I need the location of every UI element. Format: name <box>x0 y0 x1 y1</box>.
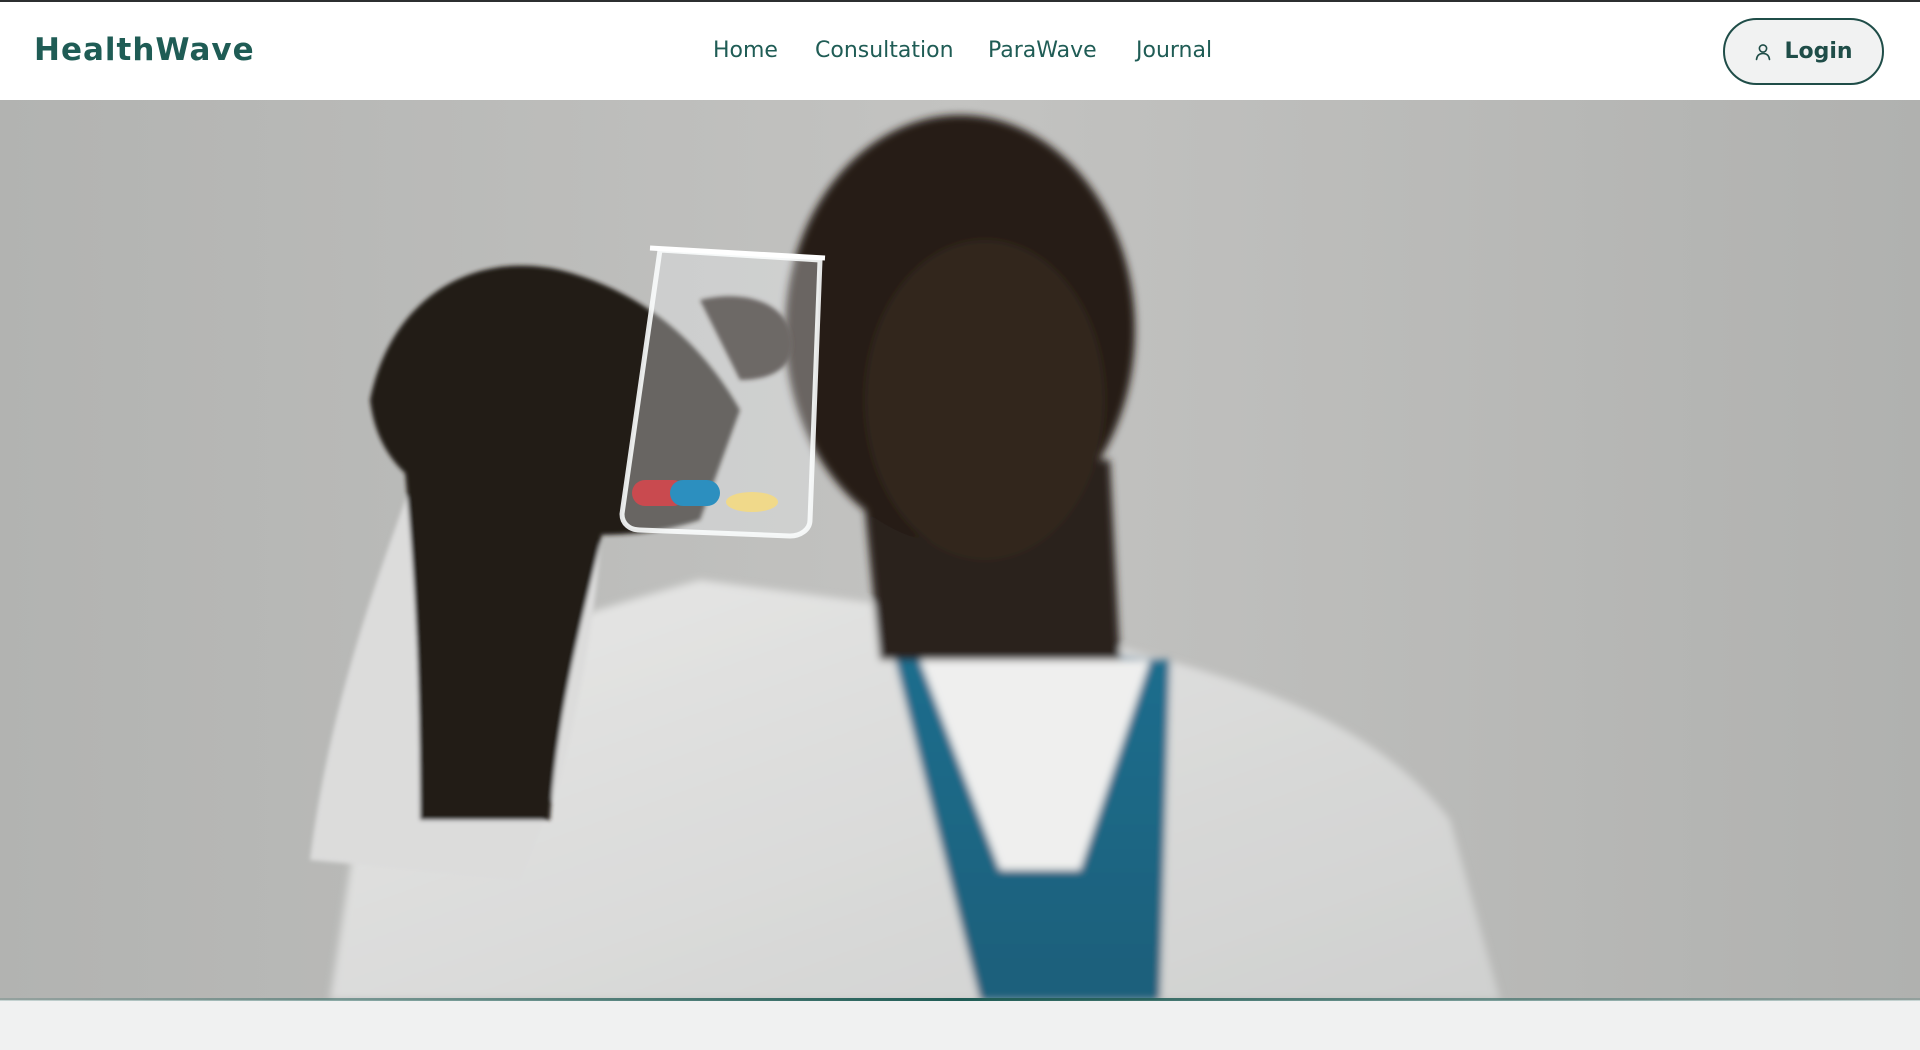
login-button[interactable]: Login <box>1723 18 1884 85</box>
brand-logo[interactable]: HealthWave <box>34 30 255 70</box>
nav-item-parawave[interactable]: ParaWave <box>988 36 1097 66</box>
navbar: HealthWave Home Consultation ParaWave Jo… <box>0 2 1920 100</box>
main-nav: Home Consultation ParaWave Journal <box>0 36 1920 66</box>
content-area <box>0 1001 1920 1050</box>
nav-item-journal[interactable]: Journal <box>1136 36 1212 66</box>
nav-item-home[interactable]: Home <box>713 36 778 66</box>
login-label: Login <box>1784 38 1853 64</box>
doctor-photo <box>0 100 1920 1000</box>
hero-image <box>0 100 1920 1000</box>
user-icon <box>1754 43 1772 61</box>
nav-item-consultation[interactable]: Consultation <box>815 36 954 66</box>
